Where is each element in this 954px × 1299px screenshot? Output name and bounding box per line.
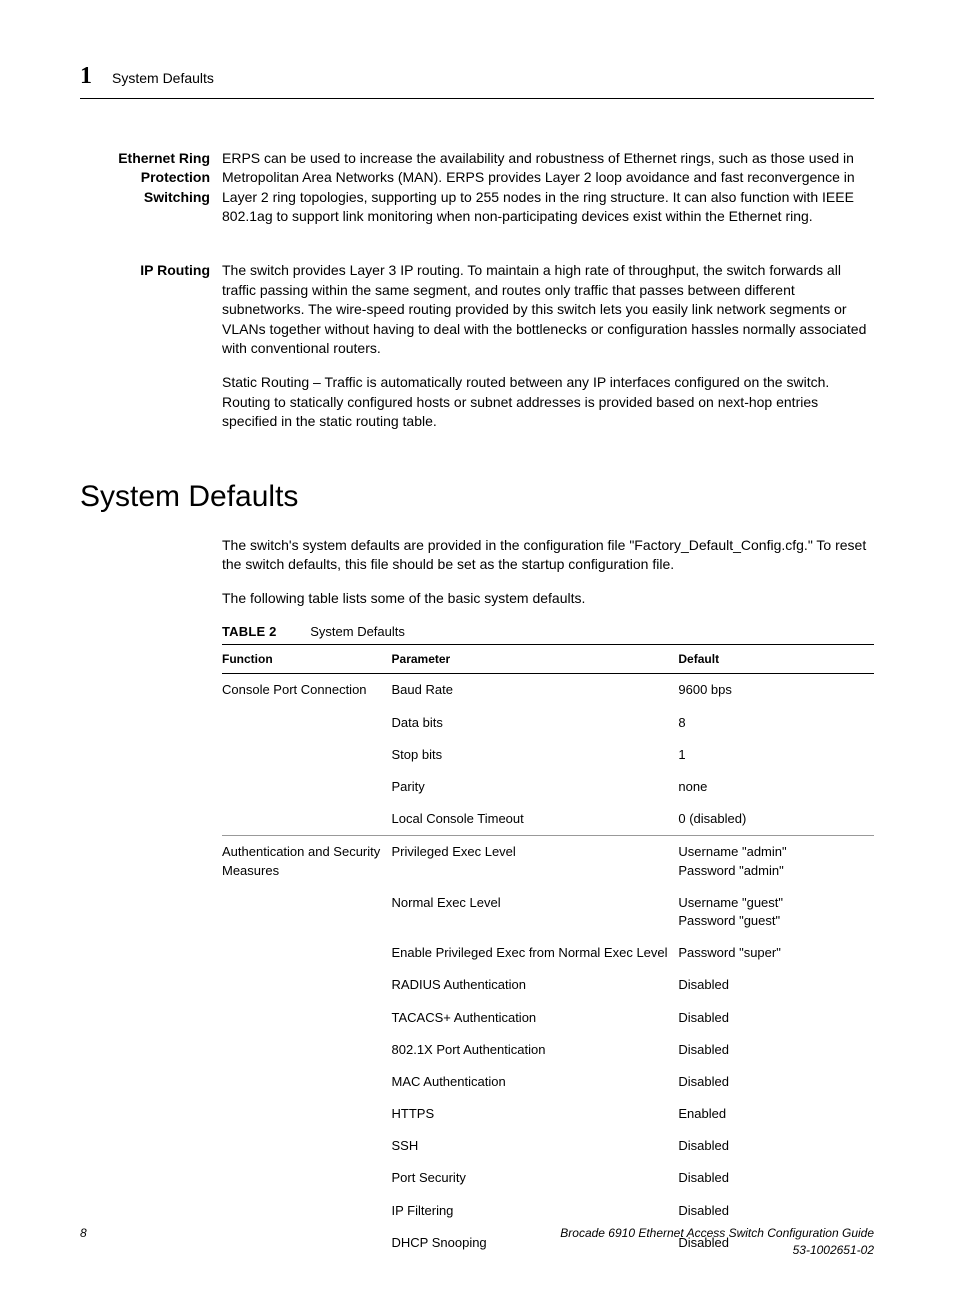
- page-footer: 8 Brocade 6910 Ethernet Access Switch Co…: [80, 1225, 874, 1259]
- cell-function: [222, 1195, 392, 1227]
- feature-block: Ethernet Ring Protection SwitchingERPS c…: [80, 149, 874, 241]
- table-row: Paritynone: [222, 771, 874, 803]
- cell-function: [222, 1034, 392, 1066]
- cell-default: 9600 bps: [678, 674, 874, 707]
- cell-default: 1: [678, 739, 874, 771]
- cell-parameter: 802.1X Port Authentication: [392, 1034, 679, 1066]
- page-number: 8: [80, 1225, 87, 1259]
- cell-parameter: Stop bits: [392, 739, 679, 771]
- feature-text: ERPS can be used to increase the availab…: [222, 149, 874, 241]
- cell-parameter: Privileged Exec Level: [392, 836, 679, 887]
- cell-function: [222, 739, 392, 771]
- feature-label: IP Routing: [80, 261, 222, 446]
- table-row: Enable Privileged Exec from Normal Exec …: [222, 937, 874, 969]
- cell-default: Disabled: [678, 1034, 874, 1066]
- table-row: Authentication and Security MeasuresPriv…: [222, 836, 874, 887]
- cell-default: 8: [678, 707, 874, 739]
- table-caption-text: System Defaults: [310, 624, 405, 639]
- table-header-default: Default: [678, 645, 874, 674]
- cell-default: Disabled: [678, 1002, 874, 1034]
- cell-function: [222, 1002, 392, 1034]
- cell-default: Disabled: [678, 969, 874, 1001]
- cell-parameter: IP Filtering: [392, 1195, 679, 1227]
- cell-parameter: Port Security: [392, 1162, 679, 1194]
- cell-parameter: MAC Authentication: [392, 1066, 679, 1098]
- table-row: MAC AuthenticationDisabled: [222, 1066, 874, 1098]
- cell-function: Authentication and Security Measures: [222, 836, 392, 887]
- cell-function: [222, 1098, 392, 1130]
- section-paragraph: The following table lists some of the ba…: [222, 589, 874, 609]
- table-header-parameter: Parameter: [392, 645, 679, 674]
- cell-parameter: Parity: [392, 771, 679, 803]
- table-row: RADIUS AuthenticationDisabled: [222, 969, 874, 1001]
- table-row: Normal Exec LevelUsername "guest" Passwo…: [222, 887, 874, 937]
- cell-function: [222, 887, 392, 937]
- cell-default: Disabled: [678, 1130, 874, 1162]
- table-row: Port SecurityDisabled: [222, 1162, 874, 1194]
- cell-default: Disabled: [678, 1195, 874, 1227]
- feature-paragraph: The switch provides Layer 3 IP routing. …: [222, 261, 874, 359]
- table-row: Stop bits1: [222, 739, 874, 771]
- feature-block: IP RoutingThe switch provides Layer 3 IP…: [80, 261, 874, 446]
- cell-default: Enabled: [678, 1098, 874, 1130]
- cell-parameter: Local Console Timeout: [392, 803, 679, 836]
- cell-function: Console Port Connection: [222, 674, 392, 707]
- section-heading: System Defaults: [80, 476, 874, 518]
- header-section-title: System Defaults: [112, 69, 214, 89]
- cell-default: Username "guest" Password "guest": [678, 887, 874, 937]
- cell-function: [222, 969, 392, 1001]
- feature-paragraph: ERPS can be used to increase the availab…: [222, 149, 874, 227]
- feature-text: The switch provides Layer 3 IP routing. …: [222, 261, 874, 446]
- cell-function: [222, 1130, 392, 1162]
- cell-function: [222, 1162, 392, 1194]
- feature-label: Ethernet Ring Protection Switching: [80, 149, 222, 241]
- footer-doc-number: 53-1002651-02: [560, 1242, 874, 1259]
- table-row: SSHDisabled: [222, 1130, 874, 1162]
- cell-default: Password "super": [678, 937, 874, 969]
- page-header: 1 System Defaults: [80, 60, 874, 99]
- table-row: 802.1X Port AuthenticationDisabled: [222, 1034, 874, 1066]
- table-caption: TABLE 2 System Defaults: [222, 623, 874, 645]
- cell-parameter: Baud Rate: [392, 674, 679, 707]
- feature-paragraph: Static Routing – Traffic is automaticall…: [222, 373, 874, 432]
- cell-parameter: Enable Privileged Exec from Normal Exec …: [392, 937, 679, 969]
- system-defaults-table: Function Parameter Default Console Port …: [222, 645, 874, 1259]
- table-row: Local Console Timeout0 (disabled): [222, 803, 874, 836]
- table-row: HTTPSEnabled: [222, 1098, 874, 1130]
- cell-default: none: [678, 771, 874, 803]
- cell-parameter: TACACS+ Authentication: [392, 1002, 679, 1034]
- cell-parameter: SSH: [392, 1130, 679, 1162]
- cell-parameter: HTTPS: [392, 1098, 679, 1130]
- table-row: IP FilteringDisabled: [222, 1195, 874, 1227]
- cell-default: Disabled: [678, 1162, 874, 1194]
- cell-default: Username "admin" Password "admin": [678, 836, 874, 887]
- table-row: Console Port ConnectionBaud Rate9600 bps: [222, 674, 874, 707]
- table-row: TACACS+ AuthenticationDisabled: [222, 1002, 874, 1034]
- cell-function: [222, 937, 392, 969]
- cell-parameter: RADIUS Authentication: [392, 969, 679, 1001]
- cell-default: 0 (disabled): [678, 803, 874, 836]
- cell-function: [222, 771, 392, 803]
- cell-parameter: Normal Exec Level: [392, 887, 679, 937]
- table-row: Data bits8: [222, 707, 874, 739]
- table-header-function: Function: [222, 645, 392, 674]
- chapter-number: 1: [80, 60, 92, 94]
- table-caption-label: TABLE 2: [222, 624, 277, 639]
- footer-doc-title: Brocade 6910 Ethernet Access Switch Conf…: [560, 1225, 874, 1242]
- section-paragraph: The switch's system defaults are provide…: [222, 536, 874, 575]
- cell-default: Disabled: [678, 1066, 874, 1098]
- cell-function: [222, 1066, 392, 1098]
- cell-function: [222, 707, 392, 739]
- cell-function: [222, 803, 392, 836]
- cell-parameter: Data bits: [392, 707, 679, 739]
